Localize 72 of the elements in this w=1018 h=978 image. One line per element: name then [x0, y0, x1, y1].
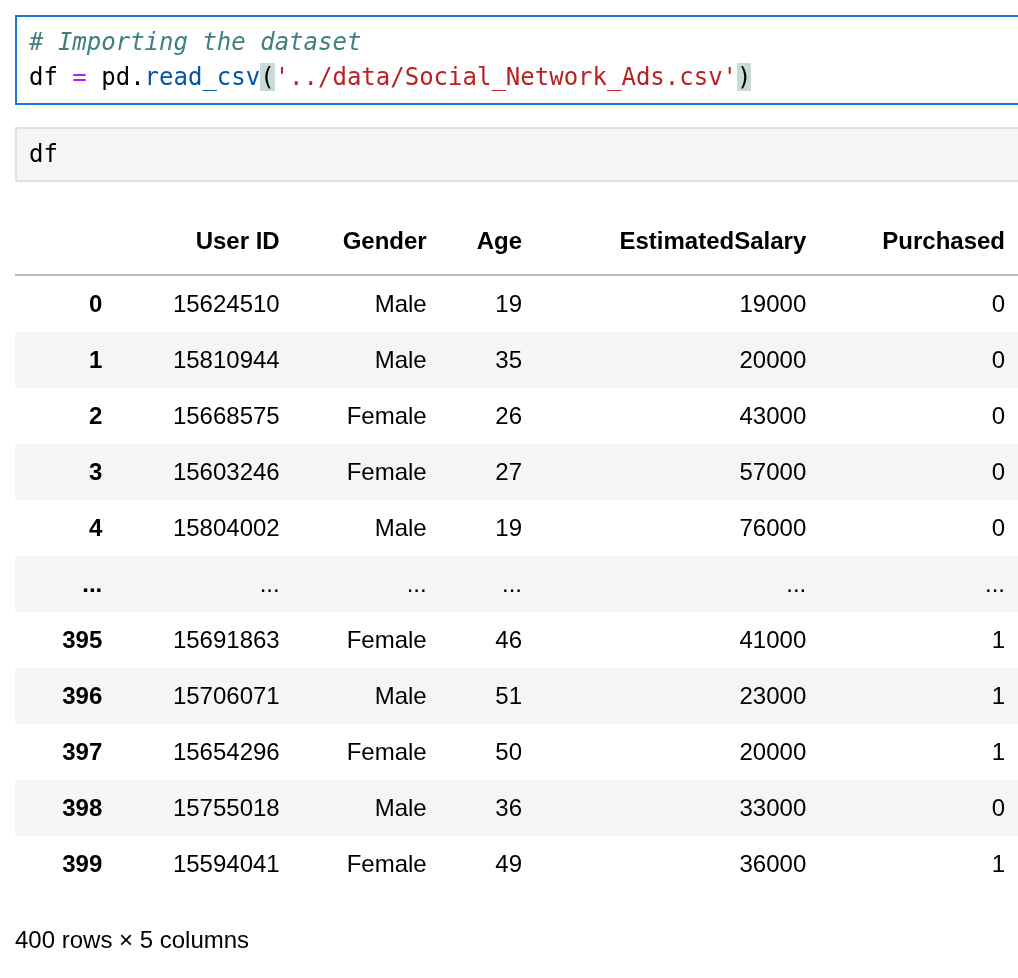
code-line: df = pd.read_csv('../data/Social_Network_Ads.csv') — [29, 62, 753, 93]
table-cell: 19 — [439, 500, 535, 556]
table-cell: 1 — [819, 836, 1018, 892]
table-cell: 57000 — [535, 444, 820, 500]
row-index: 4 — [15, 500, 116, 556]
table-cell: 0 — [819, 332, 1018, 388]
table-cell: 19 — [439, 275, 535, 332]
row-index: 3 — [15, 444, 116, 500]
table-cell: Female — [292, 612, 440, 668]
table-cell: 15804002 — [115, 500, 293, 556]
row-index: 397 — [15, 724, 116, 780]
table-cell: Male — [292, 668, 440, 724]
table-cell: 36000 — [535, 836, 820, 892]
table-cell: 33000 — [535, 780, 820, 836]
table-cell: 19000 — [535, 275, 820, 332]
table-cell: 15810944 — [115, 332, 293, 388]
table-cell: Female — [292, 388, 440, 444]
table-cell: 15594041 — [115, 836, 293, 892]
row-index: ... — [15, 556, 116, 612]
table-cell: ... — [292, 556, 440, 612]
table-cell: 15654296 — [115, 724, 293, 780]
table-cell: 1 — [819, 668, 1018, 724]
code-comment: # Importing the dataset — [29, 27, 363, 58]
table-cell: 15706071 — [115, 668, 293, 724]
table-cell: 15603246 — [115, 444, 293, 500]
code-line: df — [29, 139, 59, 170]
table-cell: 23000 — [535, 668, 820, 724]
table-cell: 1 — [819, 612, 1018, 668]
table-cell: 15755018 — [115, 780, 293, 836]
table-cell: 41000 — [535, 612, 820, 668]
table-cell: Male — [292, 275, 440, 332]
code-cell[interactable]: # Importing the dataset df = pd.read_csv('../data/Social_Network_Ads.csv') — [15, 15, 1018, 105]
table-cell: ... — [115, 556, 293, 612]
row-index: 399 — [15, 836, 116, 892]
table-cell: 0 — [819, 275, 1018, 332]
table-cell: 46 — [439, 612, 535, 668]
row-index: 396 — [15, 668, 116, 724]
table-cell: Female — [292, 444, 440, 500]
table-cell: Male — [292, 332, 440, 388]
table-cell: 0 — [819, 780, 1018, 836]
table-cell: 76000 — [535, 500, 820, 556]
table-cell: Female — [292, 724, 440, 780]
row-index: 398 — [15, 780, 116, 836]
shape-note: 400 rows × 5 columns — [15, 926, 251, 954]
table-cell: 43000 — [535, 388, 820, 444]
table-cell: Male — [292, 780, 440, 836]
table-cell: 50 — [439, 724, 535, 780]
row-index: 395 — [15, 612, 116, 668]
table-cell: 15691863 — [115, 612, 293, 668]
table-cell: 0 — [819, 444, 1018, 500]
table-cell: ... — [439, 556, 535, 612]
table-cell: 51 — [439, 668, 535, 724]
table-cell: 0 — [819, 388, 1018, 444]
table-cell: 36 — [439, 780, 535, 836]
table-cell: Female — [292, 836, 440, 892]
table-cell: Male — [292, 500, 440, 556]
table-cell: 26 — [439, 388, 535, 444]
table-cell: 0 — [819, 500, 1018, 556]
row-index: 2 — [15, 388, 116, 444]
table-cell: 27 — [439, 444, 535, 500]
table-cell: 15624510 — [115, 275, 293, 332]
table-cell: ... — [819, 556, 1018, 612]
table-cell: 35 — [439, 332, 535, 388]
row-index: 0 — [15, 275, 116, 332]
row-index: 1 — [15, 332, 116, 388]
table-cell: 15668575 — [115, 388, 293, 444]
table-cell: 20000 — [535, 724, 820, 780]
table-cell: 20000 — [535, 332, 820, 388]
table-cell: 1 — [819, 724, 1018, 780]
code-cell[interactable]: df — [15, 127, 1018, 182]
table-cell: 49 — [439, 836, 535, 892]
table-cell: ... — [535, 556, 820, 612]
